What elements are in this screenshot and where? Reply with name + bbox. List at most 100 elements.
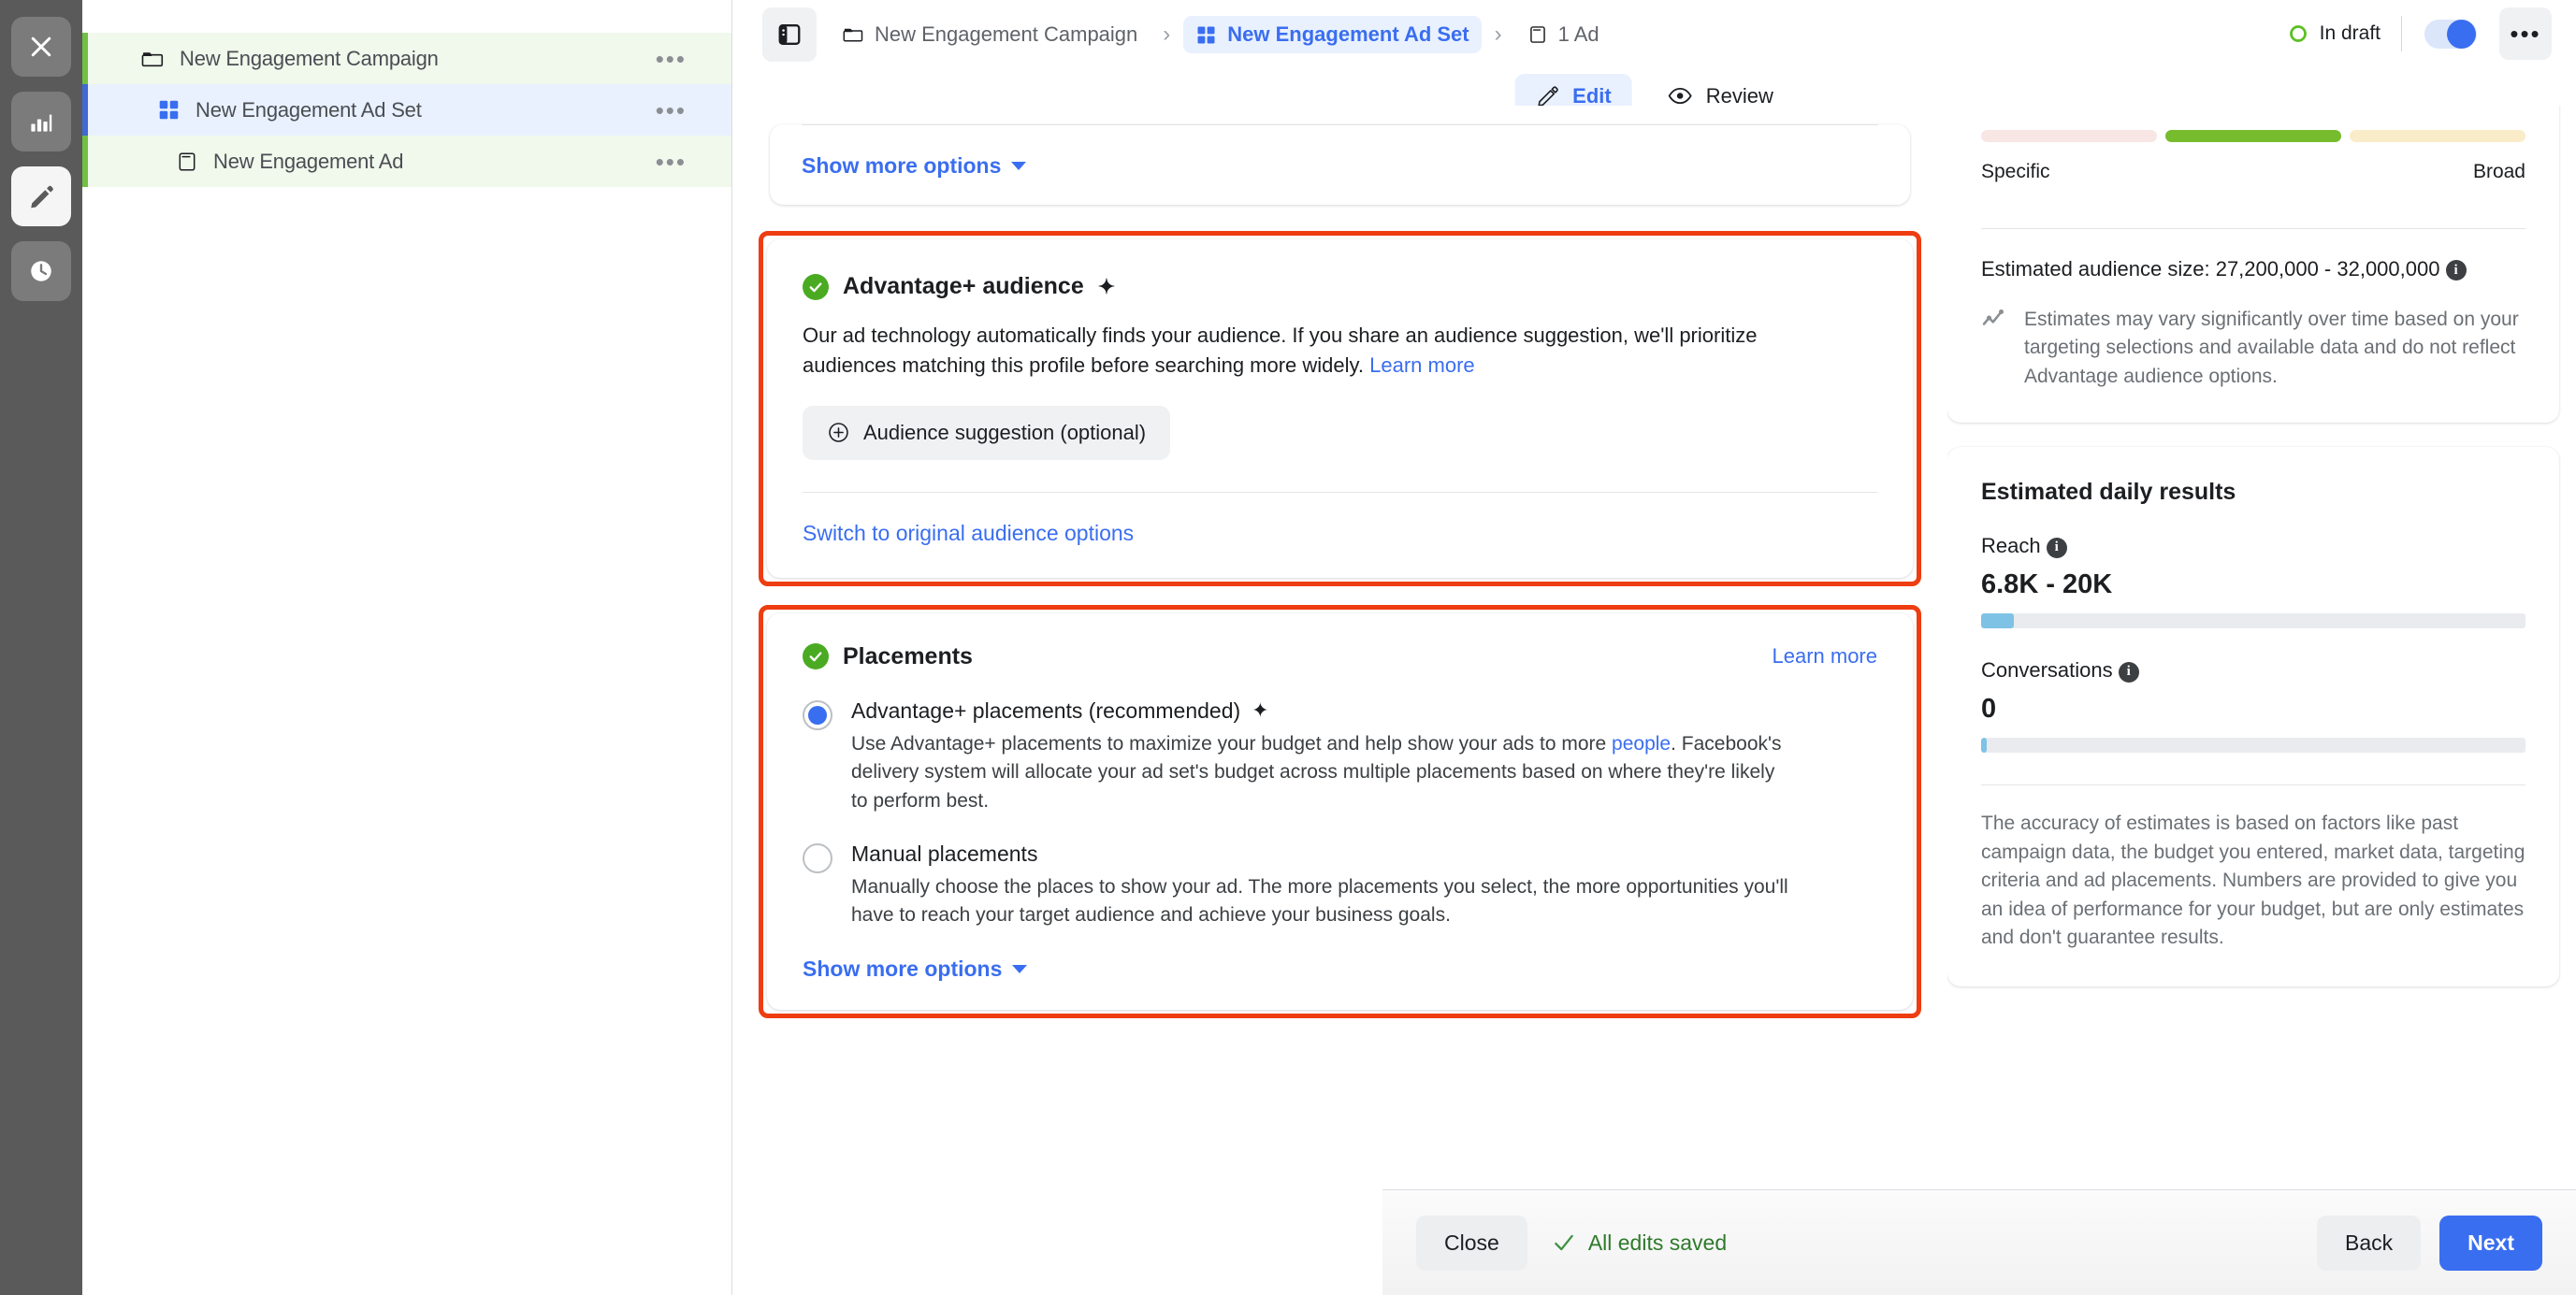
estimates-note-text: Estimates may vary significantly over ti… <box>2024 309 2519 387</box>
sparkle-icon: ✦ <box>1097 274 1116 298</box>
edit-icon-button[interactable] <box>11 166 71 226</box>
radio-manual-placements[interactable] <box>803 842 832 873</box>
placement-option-title: Advantage+ placements (recommended) ✦ <box>851 698 1796 724</box>
chevron-down-icon <box>1012 964 1028 973</box>
adset-row-menu-button[interactable]: ••• <box>656 98 687 122</box>
audience-suggestion-button[interactable]: Audience suggestion (optional) <box>803 405 1171 460</box>
metric-conversations: Conversations i 0 <box>1981 658 2525 754</box>
divider <box>2401 16 2402 51</box>
back-button[interactable]: Back <box>2317 1215 2422 1271</box>
metric-label-row: Reach i <box>1981 534 2525 558</box>
meter-label-broad: Broad <box>2472 161 2525 182</box>
placement-option-label: Advantage+ placements (recommended) <box>851 698 1241 723</box>
ad-icon <box>1527 24 1548 45</box>
placement-option-description: Use Advantage+ placements to maximize yo… <box>851 730 1796 815</box>
metric-progress-fill <box>1981 738 1988 754</box>
status-badge: In draft <box>2288 22 2401 45</box>
chart-icon <box>31 114 52 132</box>
info-icon[interactable]: i <box>2046 537 2067 558</box>
estimated-audience-size-value: 27,200,000 - 32,000,000 <box>2215 257 2440 281</box>
audience-show-more-options-button[interactable]: Show more options <box>802 153 1027 179</box>
campaign-row-menu-button[interactable]: ••• <box>656 47 687 71</box>
divider <box>802 124 1878 125</box>
adset-status-accent <box>82 84 88 136</box>
show-more-label: Show more options <box>802 153 1002 178</box>
breadcrumb-item-ad[interactable]: 1 Ad <box>1515 16 1612 53</box>
breadcrumb-label: New Engagement Campaign <box>875 22 1138 46</box>
campaign-status-accent <box>82 33 88 84</box>
status-label: In draft <box>2319 22 2381 44</box>
next-button[interactable]: Next <box>2439 1215 2542 1271</box>
info-icon[interactable]: i <box>2445 260 2467 281</box>
advantage-audience-highlight: Advantage+ audience ✦ Our ad technology … <box>759 231 1921 586</box>
divider <box>1981 228 2525 229</box>
audience-suggestion-label: Audience suggestion (optional) <box>863 420 1147 444</box>
ad-row-menu-button[interactable]: ••• <box>656 150 687 174</box>
breadcrumb-label: 1 Ad <box>1557 22 1599 46</box>
metric-progress-fill <box>1981 613 2014 629</box>
close-button[interactable]: Close <box>1416 1215 1527 1271</box>
tab-label: Review <box>1705 83 1773 108</box>
footer-left-group: Close All edits saved <box>1416 1215 1727 1271</box>
sidebar-item-adset[interactable]: New Engagement Ad Set ••• <box>82 84 731 136</box>
advantage-audience-description-block: Our ad technology automatically finds yo… <box>803 321 1817 381</box>
divider <box>803 491 1877 493</box>
sidebar-item-label: New Engagement Campaign <box>180 46 439 70</box>
sparkle-icon: ✦ <box>1252 698 1269 723</box>
eye-icon <box>1668 87 1692 105</box>
meter-labels: Specific Broad <box>1981 161 2525 183</box>
sidebar-item-label: New Engagement Ad Set <box>195 97 422 122</box>
placement-option-advantage[interactable]: Advantage+ placements (recommended) ✦ Us… <box>803 698 1877 815</box>
info-icon[interactable]: i <box>2118 661 2139 683</box>
top-bar: New Engagement Campaign › New Engagement… <box>732 0 2576 119</box>
grid-icon <box>157 98 181 122</box>
estimated-daily-results-card: Estimated daily results Reach i 6.8K - 2… <box>1947 447 2559 986</box>
estimates-note: Estimates may vary significantly over ti… <box>1981 306 2525 391</box>
show-more-label: Show more options <box>803 956 1003 981</box>
metric-label-row: Conversations i <box>1981 658 2525 683</box>
people-link[interactable]: people <box>1612 733 1671 755</box>
placement-option-description: Manually choose the places to show your … <box>851 873 1796 930</box>
breadcrumb-item-adset[interactable]: New Engagement Ad Set <box>1183 16 1482 53</box>
meter-label-specific: Specific <box>1981 161 2050 182</box>
history-icon-button[interactable] <box>11 241 71 301</box>
meter-segment-specific <box>1981 130 2157 142</box>
audience-network-card: Show more options <box>770 124 1910 205</box>
sidebar-item-campaign[interactable]: New Engagement Campaign ••• <box>82 33 731 84</box>
close-icon-button[interactable] <box>11 17 71 77</box>
placement-desc-before: Manually choose the places to show your … <box>851 875 1788 927</box>
save-status: All edits saved <box>1552 1230 1727 1256</box>
meter-segment-broad <box>2350 130 2525 142</box>
check-icon <box>1555 1234 1573 1251</box>
draft-circle-icon <box>2289 25 2307 42</box>
radio-advantage-placements[interactable] <box>803 699 832 730</box>
chevron-down-icon <box>1011 162 1027 170</box>
reporting-icon-button[interactable] <box>11 92 71 151</box>
breadcrumb-separator: › <box>1494 22 1502 47</box>
check-circle-icon <box>803 273 829 300</box>
content-area: Show more options Advantage+ audience ✦ <box>732 106 2576 1295</box>
placements-show-more-options-button[interactable]: Show more options <box>803 956 1028 982</box>
sidebar-item-label: New Engagement Ad <box>213 149 404 173</box>
advantage-audience-description: Our ad technology automatically finds yo… <box>803 324 1758 378</box>
placements-learn-more-link[interactable]: Learn more <box>1772 644 1877 669</box>
sidebar-item-ad[interactable]: New Engagement Ad ••• <box>82 136 731 187</box>
placements-heading: Placements <box>803 643 973 670</box>
wizard-footer: Close All edits saved Back Next <box>1382 1189 2576 1295</box>
tab-label: Edit <box>1572 83 1612 108</box>
placement-option-manual[interactable]: Manual placements Manually choose the pl… <box>803 842 1877 930</box>
panel-toggle-icon-button[interactable] <box>762 7 817 62</box>
estimated-audience-size-row: Estimated audience size: 27,200,000 - 32… <box>1981 257 2525 281</box>
estimates-column: Specific Broad Estimated audience size: … <box>1947 106 2576 1295</box>
breadcrumb-item-campaign[interactable]: New Engagement Campaign <box>830 16 1150 53</box>
panel-toggle-icon <box>778 24 801 45</box>
publish-toggle[interactable] <box>2424 19 2477 49</box>
switch-to-original-audience-options-link[interactable]: Switch to original audience options <box>803 521 1134 545</box>
audience-breadth-meter <box>1981 130 2525 142</box>
more-options-button[interactable]: ••• <box>2499 7 2552 60</box>
settings-column: Show more options Advantage+ audience ✦ <box>732 106 1947 1295</box>
advantage-audience-learn-more-link[interactable]: Learn more <box>1369 353 1475 377</box>
estimated-audience-size-label: Estimated audience size: <box>1981 257 2210 281</box>
audience-definition-card: Specific Broad Estimated audience size: … <box>1947 106 2559 424</box>
plus-circle-icon <box>829 423 848 442</box>
